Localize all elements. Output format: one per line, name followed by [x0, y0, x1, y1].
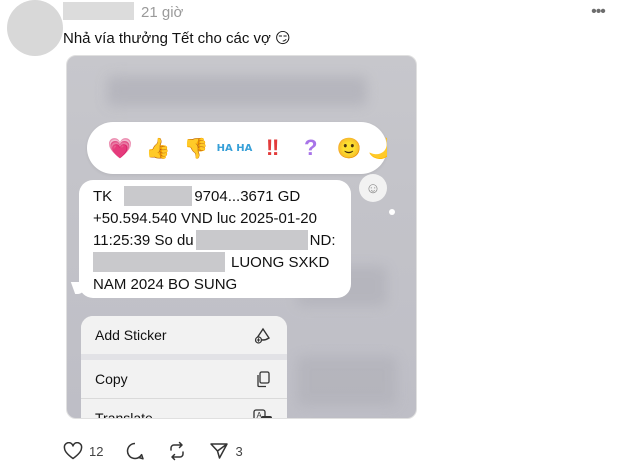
redacted-content — [93, 252, 225, 273]
menu-add-sticker[interactable]: Add Sticker — [81, 316, 287, 354]
post-timestamp: 21 giờ — [141, 4, 184, 21]
msg-line-4: LUONG SXKD — [231, 254, 330, 271]
share-count: 3 — [235, 443, 243, 459]
share-button[interactable]: 3 — [209, 442, 243, 460]
sticker-icon — [253, 325, 273, 345]
reaction-heart[interactable]: 💗 — [101, 128, 139, 168]
menu-translate[interactable]: Translate AX — [81, 399, 287, 419]
reaction-thumbs-down[interactable]: 👎 — [177, 128, 215, 168]
more-icon[interactable]: ••• — [588, 0, 608, 24]
msg-line-1a: TK — [93, 188, 113, 205]
repost-icon — [170, 441, 185, 461]
msg-line-3a: 11:25:39 So du — [93, 232, 194, 249]
reply-button[interactable] — [125, 441, 145, 461]
bubble-dot — [389, 209, 395, 215]
like-button[interactable]: 12 — [63, 442, 103, 460]
message-bubble[interactable]: TK 9704...3671 GD +50.594.540 VND luc 20… — [70, 180, 351, 298]
msg-line-5: NAM 2024 BO SUNG — [93, 276, 238, 293]
redacted-account — [124, 186, 193, 207]
post-actions: 12 3 — [63, 441, 261, 461]
post-image[interactable]: 💗 👍 👎 HA HA ‼ ? 🙂 🌙 ☺ TK 9704...3671 GD … — [66, 55, 417, 419]
msg-line-2: +50.594.540 VND luc 2025-01-20 — [93, 210, 317, 227]
bubble-tail — [70, 282, 88, 294]
blurred-background — [297, 356, 397, 406]
blurred-background — [107, 76, 367, 106]
reaction-question[interactable]: ? — [292, 128, 330, 168]
menu-copy[interactable]: Copy — [81, 360, 287, 398]
copy-icon — [253, 369, 273, 389]
comment-icon — [127, 442, 145, 460]
username-redacted[interactable] — [63, 2, 134, 20]
avatar[interactable] — [7, 0, 63, 56]
repost-button[interactable] — [167, 441, 187, 461]
like-count: 12 — [89, 443, 104, 459]
reaction-bar: 💗 👍 👎 HA HA ‼ ? 🙂 🌙 — [87, 122, 387, 174]
add-reaction-icon[interactable]: ☺ — [359, 174, 387, 202]
msg-line-1b: 9704...3671 GD — [194, 188, 301, 205]
heart-icon — [63, 442, 83, 460]
reaction-more[interactable]: 🌙 — [368, 128, 387, 168]
redacted-balance — [195, 230, 308, 251]
msg-line-3b: ND: — [309, 232, 336, 249]
reaction-smile[interactable]: 🙂 — [330, 128, 368, 168]
context-menu: Add Sticker Copy Translate AX — [81, 316, 287, 419]
post-text: Nhả vía thưởng Tết cho các vợ 😏 — [63, 30, 291, 47]
reaction-exclamation[interactable]: ‼ — [254, 128, 292, 168]
translate-icon: AX — [253, 408, 273, 418]
send-icon — [210, 443, 229, 459]
menu-copy-label: Copy — [95, 371, 128, 387]
reaction-haha[interactable]: HA HA — [215, 128, 253, 168]
menu-translate-label: Translate — [95, 410, 153, 419]
menu-add-sticker-label: Add Sticker — [95, 327, 167, 343]
reaction-thumbs-up[interactable]: 👍 — [139, 128, 177, 168]
